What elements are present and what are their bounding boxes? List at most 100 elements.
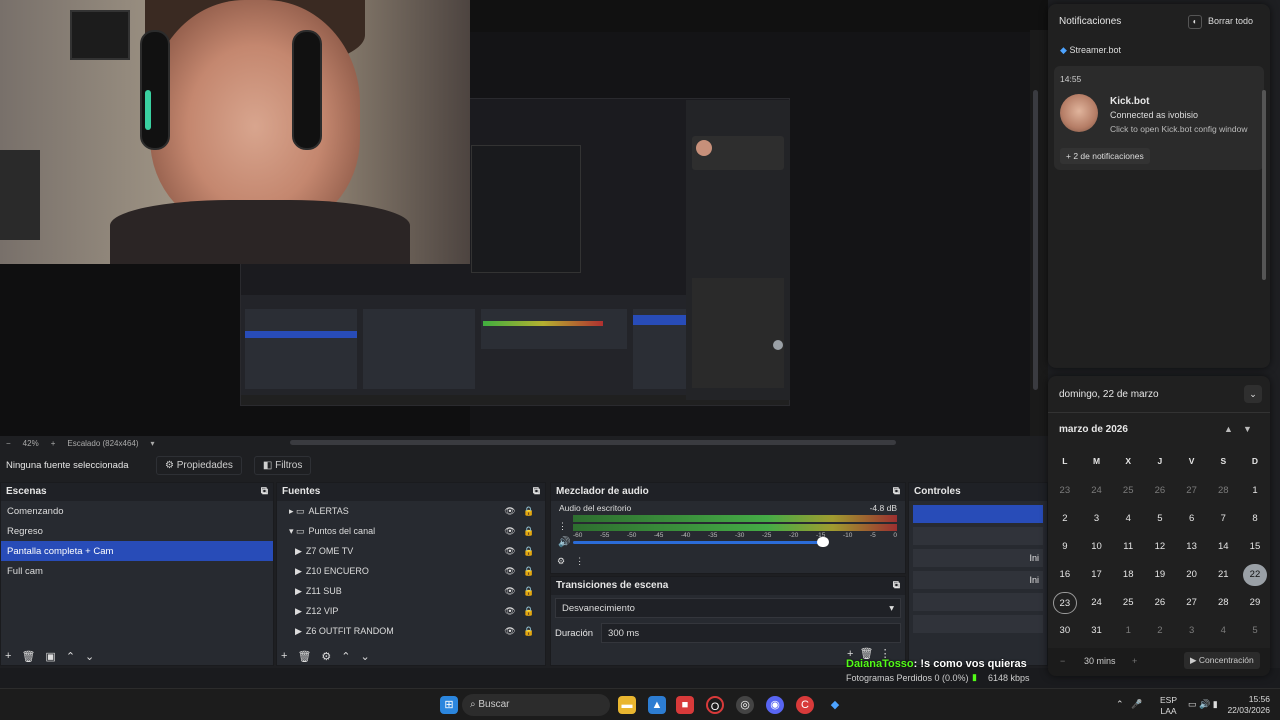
obs-icon[interactable]: ◎ xyxy=(736,696,754,714)
streamerbot-taskbar-icon[interactable]: ◆ xyxy=(826,696,844,714)
visibility-eye-icon[interactable]: 👁 xyxy=(497,526,523,537)
calendar-day[interactable]: 11 xyxy=(1116,536,1140,558)
remove-scene-icon[interactable]: 🗑 xyxy=(21,650,35,663)
scene-item[interactable]: Full cam xyxy=(1,561,273,581)
visibility-eye-icon[interactable]: 👁 xyxy=(497,506,523,517)
scene-item[interactable]: Regreso xyxy=(1,521,273,541)
control-button-4[interactable]: Ini xyxy=(913,571,1043,589)
control-button-5[interactable] xyxy=(913,593,1043,611)
mixer-advanced-icon[interactable]: ⚙ ⋮ xyxy=(557,556,584,567)
source-settings-icon[interactable]: ⚙ xyxy=(321,650,331,663)
calendar-day[interactable]: 1 xyxy=(1116,620,1140,642)
calendar-day[interactable]: 17 xyxy=(1085,564,1109,586)
calendar-day[interactable]: 6 xyxy=(1180,508,1204,530)
start-streaming-button[interactable] xyxy=(913,505,1043,523)
calendar-day[interactable]: 27 xyxy=(1180,480,1204,502)
taskbar-clock[interactable]: 15:56 22/03/2026 xyxy=(1226,694,1270,716)
arrow-up-icon[interactable]: ▲ xyxy=(1224,424,1233,434)
calendar-day[interactable]: 1 xyxy=(1243,480,1267,502)
calendar-day[interactable]: 18 xyxy=(1116,564,1140,586)
calendar-day[interactable]: 12 xyxy=(1148,536,1172,558)
preview-vscroll[interactable] xyxy=(1030,30,1048,436)
mixer-menu-icon[interactable]: ⋮ xyxy=(558,521,567,532)
volume-slider[interactable] xyxy=(573,541,823,544)
visibility-eye-icon[interactable]: 👁 xyxy=(497,606,523,617)
month-nav[interactable]: ▲ ▼ xyxy=(1224,424,1252,434)
calendar-day[interactable]: 20 xyxy=(1180,564,1204,586)
capcut-icon[interactable]: C xyxy=(796,696,814,714)
remove-source-icon[interactable]: 🗑 xyxy=(297,650,311,663)
calendar-day[interactable]: 2 xyxy=(1148,620,1172,642)
calendar-day[interactable]: 15 xyxy=(1243,536,1267,558)
control-button-3[interactable]: Ini xyxy=(913,549,1043,567)
volume-handle[interactable] xyxy=(817,537,829,547)
calendar-day[interactable]: 3 xyxy=(1085,508,1109,530)
app-icon[interactable]: ■ xyxy=(676,696,694,714)
calendar-day[interactable]: 7 xyxy=(1211,508,1235,530)
tray-icons[interactable]: ⌃ 🎤 xyxy=(1116,699,1142,710)
calendar-day[interactable]: 16 xyxy=(1053,564,1077,586)
add-scene-icon[interactable]: + xyxy=(5,650,11,663)
move-up-icon[interactable]: ⌃ xyxy=(66,650,75,663)
lock-icon[interactable]: 🔒 xyxy=(523,586,545,597)
calendar-day[interactable]: 26 xyxy=(1148,592,1172,614)
undock-icon[interactable]: ⧉ xyxy=(893,580,900,592)
calendar-day[interactable]: 14 xyxy=(1211,536,1235,558)
calendar-day[interactable]: 22 xyxy=(1243,564,1267,586)
scale-dropdown-icon[interactable]: ▾ xyxy=(151,439,155,448)
lock-icon[interactable]: 🔒 xyxy=(523,626,545,637)
windows-start-icon[interactable]: ⊞ xyxy=(440,696,458,714)
visibility-eye-icon[interactable]: 👁 xyxy=(497,546,523,557)
calendar-day[interactable]: 28 xyxy=(1211,480,1235,502)
calendar-day[interactable]: 13 xyxy=(1180,536,1204,558)
calendar-day[interactable]: 5 xyxy=(1243,620,1267,642)
calendar-day[interactable]: 31 xyxy=(1085,620,1109,642)
source-item[interactable]: ▾ ▭ Puntos del canal 👁 🔒 xyxy=(277,521,545,541)
chevron-down-icon[interactable]: ⌄ xyxy=(1244,385,1262,403)
photos-icon[interactable]: ▲ xyxy=(648,696,666,714)
calendar-day[interactable]: 29 xyxy=(1243,592,1267,614)
control-button-6[interactable] xyxy=(913,615,1043,633)
speaker-icon[interactable]: 🔊 xyxy=(558,537,570,548)
lock-icon[interactable]: 🔒 xyxy=(523,506,545,517)
visibility-eye-icon[interactable]: 👁 xyxy=(497,626,523,637)
lock-icon[interactable]: 🔒 xyxy=(523,546,545,557)
move-down-icon[interactable]: ⌄ xyxy=(85,650,94,663)
source-item[interactable]: ▶ Z6 OUTFIT RANDOM 👁 🔒 xyxy=(277,621,545,641)
notification-card[interactable]: 14:55 Kick.bot Connected as ivobisio Cli… xyxy=(1054,66,1264,170)
filters-button[interactable]: ◧ Filtros xyxy=(253,455,312,475)
lock-icon[interactable]: 🔒 xyxy=(523,526,545,537)
source-item[interactable]: ▶ Z10 ENCUERO 👁 🔒 xyxy=(277,561,545,581)
taskbar-search[interactable]: ⌕ Buscar xyxy=(462,694,610,716)
clear-all-button[interactable]: ◐ Borrar todo xyxy=(1188,15,1253,29)
duration-input[interactable]: 300 ms xyxy=(601,623,901,643)
focus-increase[interactable]: + xyxy=(1132,656,1137,666)
calendar-day[interactable]: 21 xyxy=(1211,564,1235,586)
scene-item[interactable]: Comenzando xyxy=(1,501,273,521)
visibility-eye-icon[interactable]: 👁 xyxy=(497,566,523,577)
undock-icon[interactable]: ⧉ xyxy=(533,486,540,498)
source-item[interactable]: ▶ Z12 VIP 👁 🔒 xyxy=(277,601,545,621)
calendar-day[interactable]: 24 xyxy=(1085,592,1109,614)
calendar-day[interactable]: 3 xyxy=(1180,620,1204,642)
move-down-icon[interactable]: ⌄ xyxy=(361,650,370,663)
calendar-day[interactable]: 25 xyxy=(1116,480,1140,502)
focus-decrease[interactable]: − xyxy=(1060,656,1065,666)
lock-icon[interactable]: 🔒 xyxy=(523,566,545,577)
file-explorer-icon[interactable]: ▬ xyxy=(618,696,636,714)
calendar-day[interactable]: 26 xyxy=(1148,480,1172,502)
calendar-day[interactable]: 25 xyxy=(1116,592,1140,614)
undock-icon[interactable]: ⧉ xyxy=(261,486,268,498)
opera-icon[interactable]: O xyxy=(706,696,724,714)
snooze-icon[interactable]: ◐ xyxy=(1188,15,1202,29)
source-item[interactable]: ▸ ▭ ALERTAS 👁 🔒 xyxy=(277,501,545,521)
transition-select[interactable]: Desvanecimiento ▾ xyxy=(555,598,901,618)
calendar-day[interactable]: 23 xyxy=(1053,592,1077,614)
more-notifications-button[interactable]: + 2 de notificaciones xyxy=(1060,148,1150,164)
discord-icon[interactable]: ◉ xyxy=(766,696,784,714)
control-button-2[interactable] xyxy=(913,527,1043,545)
notification-scrollbar[interactable] xyxy=(1262,90,1266,280)
properties-button[interactable]: ⚙ Propiedades xyxy=(156,455,242,475)
visibility-eye-icon[interactable]: 👁 xyxy=(497,586,523,597)
source-item[interactable]: ▶ Z11 SUB 👁 🔒 xyxy=(277,581,545,601)
